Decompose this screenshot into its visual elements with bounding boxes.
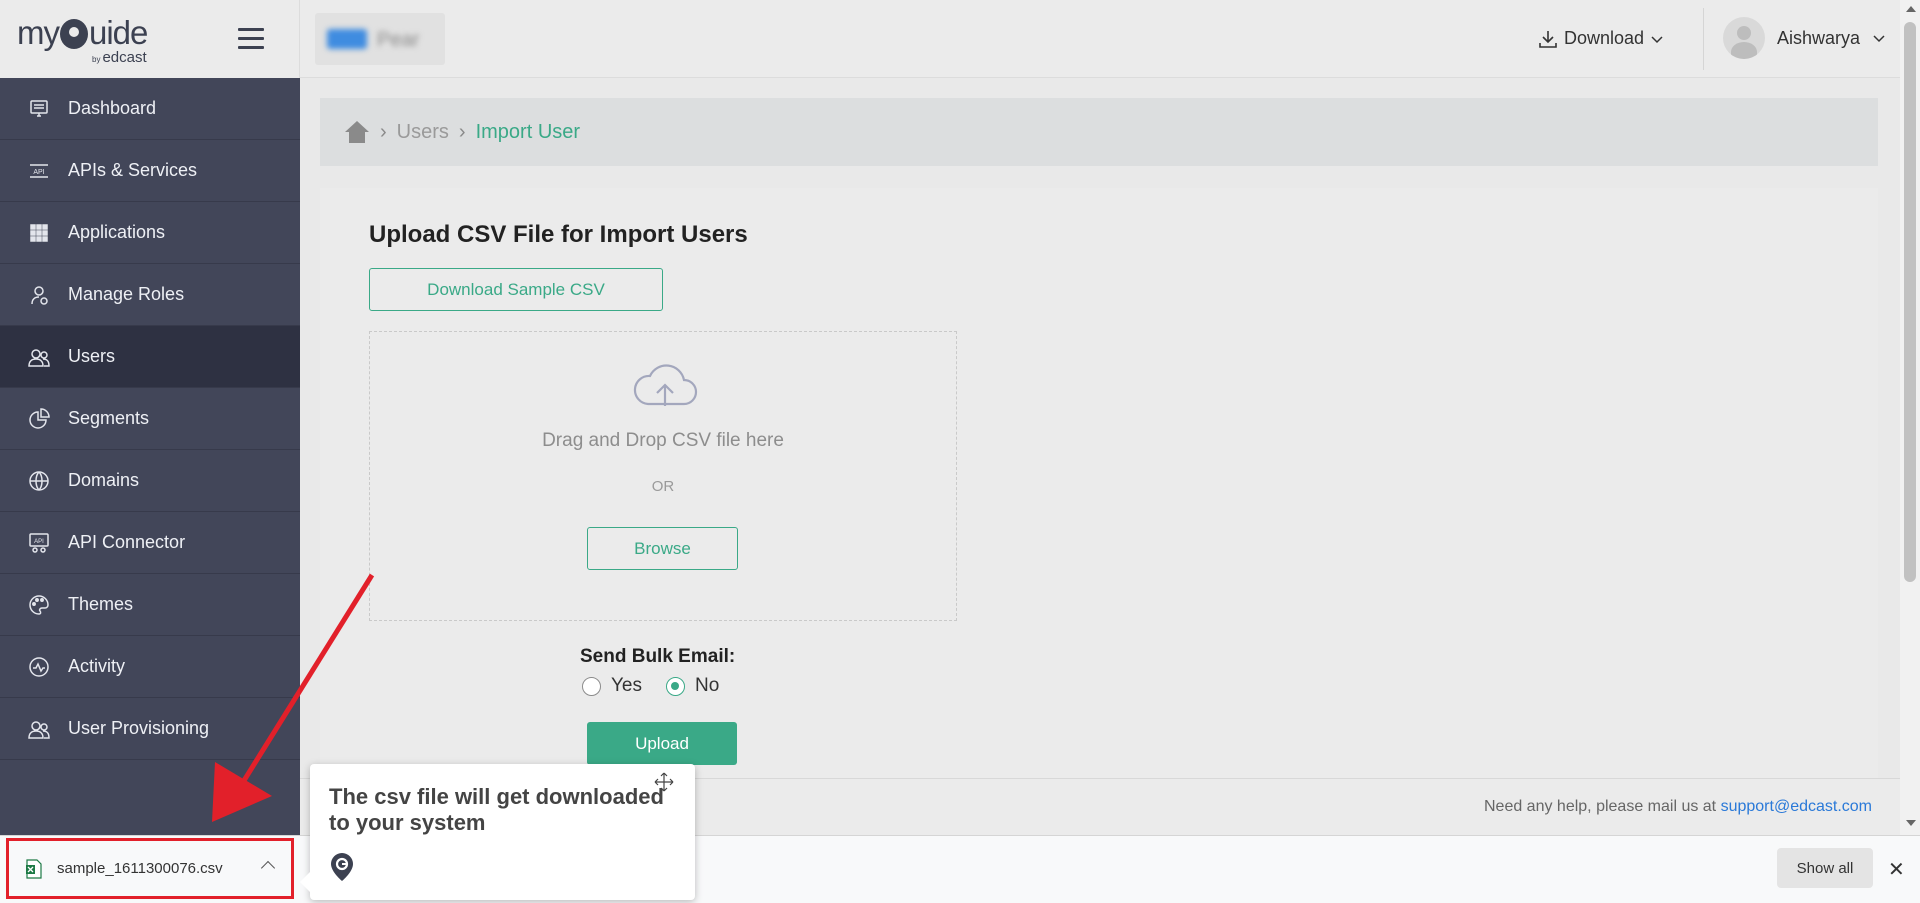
browse-button[interactable]: Browse <box>587 527 738 570</box>
app-thumbnail <box>327 29 367 49</box>
logo-text-uide: uide <box>89 14 148 51</box>
chevron-up-icon[interactable] <box>260 860 276 876</box>
logo-by: by <box>92 55 101 64</box>
activity-icon <box>29 656 49 677</box>
guide-tooltip: The csv file will get downloaded to your… <box>300 764 695 900</box>
sidebar-item-label: Applications <box>68 222 166 242</box>
grid-icon <box>30 223 48 242</box>
cloud-upload-icon <box>633 364 698 406</box>
download-icon <box>1539 30 1557 48</box>
help-text-label: Need any help, please mail us at <box>1483 798 1721 815</box>
logo-text-my: my <box>17 14 60 51</box>
sidebar-item-label: Domains <box>68 470 140 490</box>
top-bar: Pear Download Aishwarya <box>300 0 1900 78</box>
sidebar-item-label: Dashboard <box>68 98 157 118</box>
show-all-button[interactable]: Show all <box>1777 848 1873 888</box>
sidebar-item-apis-services[interactable]: API APIs & Services <box>0 140 300 202</box>
sidebar-item-users[interactable]: Users <box>0 326 300 388</box>
scrollbar[interactable] <box>1900 0 1920 835</box>
logo-edcast: edcast <box>102 49 147 66</box>
upload-button[interactable]: Upload <box>587 722 737 765</box>
scroll-up-arrow-icon[interactable] <box>1906 6 1916 12</box>
support-email-link[interactable]: support@edcast.com <box>1721 798 1872 815</box>
sidebar-item-label: APIs & Services <box>68 160 198 180</box>
tooltip-text: The csv file will get downloaded to your… <box>329 784 664 835</box>
radio-yes[interactable] <box>582 676 601 696</box>
app-selector[interactable]: Pear <box>315 13 445 65</box>
download-label: Download <box>1564 28 1645 48</box>
sidebar-item-label: Manage Roles <box>68 284 185 304</box>
sidebar-item-user-provisioning[interactable]: User Provisioning <box>0 698 300 760</box>
radio-yes-label[interactable]: Yes <box>611 675 642 697</box>
drop-instruction: Drag and Drop CSV file here <box>542 430 784 451</box>
breadcrumb-separator: › <box>458 120 466 143</box>
download-sample-csv-button[interactable]: Download Sample CSV <box>369 268 663 311</box>
excel-file-icon <box>26 858 42 879</box>
csv-dropzone[interactable]: Drag and Drop CSV file here OR Browse <box>369 331 957 621</box>
api-icon: API <box>30 163 48 178</box>
move-icon[interactable] <box>654 772 674 792</box>
scroll-thumb[interactable] <box>1904 22 1916 582</box>
header-divider <box>1703 8 1704 70</box>
send-bulk-email-label: Send Bulk Email: <box>580 646 736 667</box>
breadcrumb: › Users › Import User <box>320 98 1878 166</box>
myguide-pin-icon <box>331 853 353 881</box>
bulk-email-radio-group: Yes No <box>582 675 719 697</box>
palette-icon <box>29 594 49 615</box>
globe-icon <box>29 470 49 491</box>
sidebar-item-dashboard[interactable]: Dashboard <box>0 78 300 140</box>
sidebar-item-manage-roles[interactable]: Manage Roles <box>0 264 300 326</box>
api-connector-icon: API <box>29 532 49 553</box>
home-icon[interactable] <box>344 119 370 145</box>
sidebar-item-activity[interactable]: Activity <box>0 636 300 698</box>
app-name: Pear <box>377 29 420 51</box>
avatar <box>1723 17 1765 59</box>
logo-pin-icon <box>60 19 88 49</box>
scroll-down-arrow-icon[interactable] <box>1906 820 1916 826</box>
import-user-card: Upload CSV File for Import Users Downloa… <box>320 188 1878 778</box>
user-provisioning-icon <box>28 720 50 739</box>
sidebar-item-label: Segments <box>68 408 150 428</box>
svg-text:API: API <box>33 169 44 176</box>
chevron-down-icon <box>1651 35 1663 43</box>
or-divider: OR <box>651 478 675 495</box>
page-title: Upload CSV File for Import Users <box>369 221 748 248</box>
myguide-logo[interactable]: my uide by edcast <box>17 14 148 66</box>
user-name: Aishwarya <box>1777 27 1861 48</box>
downloaded-file-name: sample_1611300076.csv <box>57 860 223 877</box>
sidebar-item-applications[interactable]: Applications <box>0 202 300 264</box>
breadcrumb-users[interactable]: Users <box>397 121 449 144</box>
sidebar-item-label: Activity <box>68 656 126 676</box>
sidebar-item-label: Themes <box>68 594 134 614</box>
sidebar-item-label: User Provisioning <box>68 718 210 738</box>
download-dropdown[interactable]: Download <box>1538 28 1664 49</box>
downloaded-file-item[interactable]: sample_1611300076.csv <box>6 838 294 899</box>
help-text: Need any help, please mail us at support… <box>1484 798 1872 816</box>
breadcrumb-separator: › <box>380 120 387 143</box>
user-menu[interactable]: Aishwarya <box>1723 17 1886 59</box>
close-download-bar-icon[interactable]: ✕ <box>1888 857 1905 882</box>
sidebar-item-domains[interactable]: Domains <box>0 450 300 512</box>
radio-no[interactable] <box>666 676 685 696</box>
radio-no-label[interactable]: No <box>695 675 719 697</box>
logo-subtitle: by edcast <box>92 49 147 66</box>
app-window: my uide by edcast Pear Download Aishwarya … <box>0 0 1920 903</box>
hamburger-menu-icon[interactable] <box>238 28 264 50</box>
sidebar-item-label: API Connector <box>68 532 186 552</box>
logo-area: my uide by edcast <box>0 0 300 78</box>
sidebar: Dashboard API APIs & Services Applications M… <box>0 78 300 835</box>
sidebar-item-api-connector[interactable]: API API Connector <box>0 512 300 574</box>
breadcrumb-current: Import User <box>475 120 581 143</box>
chevron-down-icon <box>1873 35 1885 43</box>
svg-text:API: API <box>34 539 44 545</box>
sidebar-item-themes[interactable]: Themes <box>0 574 300 636</box>
sidebar-item-segments[interactable]: Segments <box>0 388 300 450</box>
users-icon <box>28 348 50 367</box>
pie-icon <box>29 407 50 429</box>
sidebar-item-label: Users <box>68 346 116 366</box>
dashboard-icon <box>30 99 48 117</box>
roles-icon <box>31 285 48 305</box>
